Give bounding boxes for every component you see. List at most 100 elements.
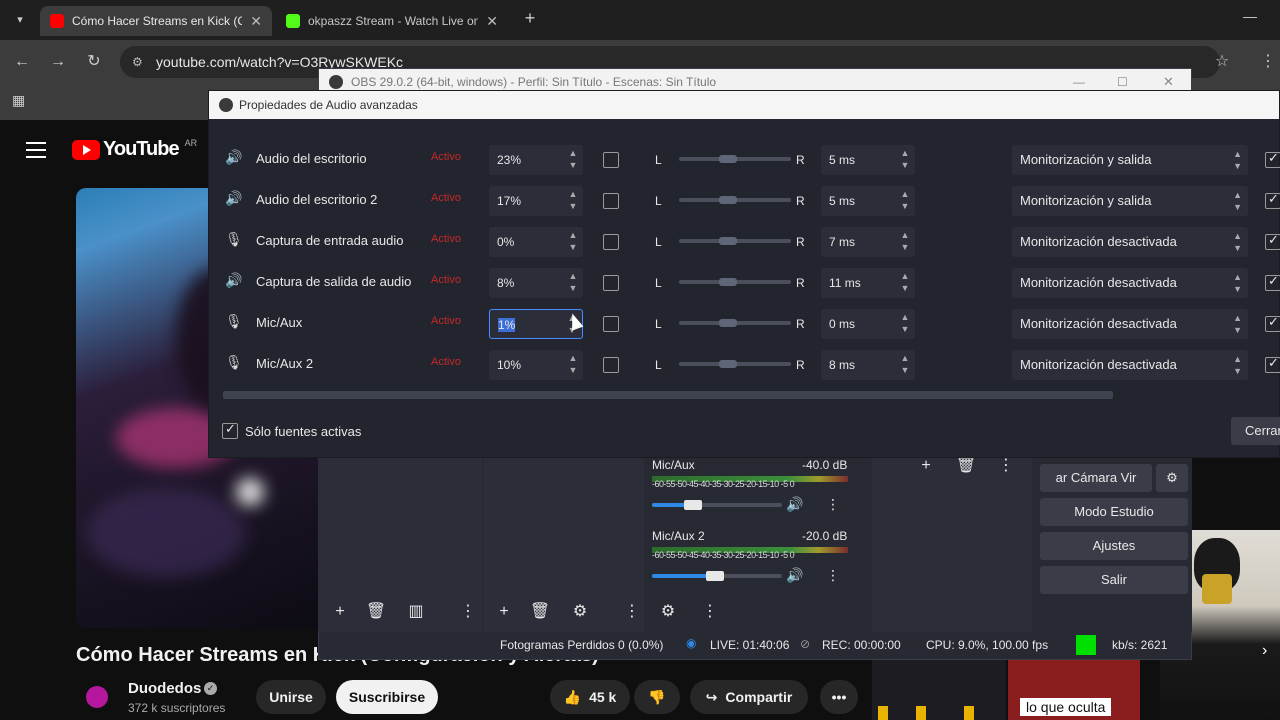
exit-button[interactable]: Salir [1040, 566, 1188, 594]
spin-arrows-icon[interactable]: ▲ ▼ [899, 229, 911, 253]
mixer-channel-menu-icon[interactable]: ⋮ [826, 567, 840, 584]
track-1-checkbox[interactable] [1265, 191, 1280, 209]
apps-grid-icon[interactable]: ▦ [12, 92, 28, 108]
hamburger-menu-icon[interactable] [26, 140, 46, 158]
close-tab-icon[interactable]: ✕ [250, 13, 262, 30]
monitoring-select[interactable]: Monitorización desactivada ▲ ▼ [1012, 350, 1248, 380]
thumbs-up-icon: 👍 [563, 688, 582, 705]
source-settings-gear-icon[interactable]: ⚙ [566, 598, 594, 626]
track-1-checkbox[interactable] [1265, 355, 1280, 373]
spin-arrows-icon[interactable]: ▲ ▼ [899, 188, 911, 212]
track-1-checkbox[interactable] [1265, 150, 1280, 168]
subscribe-button[interactable]: Suscribirse [336, 680, 438, 714]
settings-button[interactable]: Ajustes [1040, 532, 1188, 560]
spin-arrows-icon[interactable]: ▲ ▼ [567, 352, 579, 376]
dialog-title-bar: Propiedades de Audio avanzadas [209, 91, 1279, 119]
balance-slider-handle[interactable] [719, 278, 737, 286]
monitoring-select[interactable]: Monitorización desactivada ▲ ▼ [1012, 309, 1248, 339]
balance-slider-handle[interactable] [719, 155, 737, 163]
mono-checkbox[interactable] [603, 357, 619, 373]
remove-scene-icon[interactable]: 🗑 [362, 598, 390, 626]
speaker-icon[interactable]: 🔊 [786, 567, 803, 584]
dislike-button[interactable]: 👎 [634, 680, 680, 714]
mono-checkbox[interactable] [603, 234, 619, 250]
sync-offset-spinbox[interactable]: 11 ms ▲ ▼ [821, 268, 915, 298]
spin-arrows-icon[interactable]: ▲ ▼ [567, 147, 579, 171]
mono-checkbox[interactable] [603, 152, 619, 168]
studio-mode-button[interactable]: Modo Estudio [1040, 498, 1188, 526]
like-button[interactable]: 👍 45 k [550, 680, 630, 714]
virtual-camera-settings-gear-icon[interactable]: ⚙ [1156, 464, 1188, 492]
volume-slider-handle[interactable] [684, 500, 702, 510]
spin-arrows-icon[interactable]: ▲ ▼ [567, 188, 579, 212]
monitoring-select[interactable]: Monitorización desactivada ▲ ▼ [1012, 227, 1248, 257]
sync-offset-spinbox[interactable]: 8 ms ▲ ▼ [821, 350, 915, 380]
scene-filters-icon[interactable]: ▥ [402, 598, 430, 626]
volume-percent-spinbox[interactable]: 17% ▲ ▼ [489, 186, 583, 216]
reload-icon[interactable]: ↻ [82, 50, 106, 74]
sync-offset-spinbox[interactable]: 5 ms ▲ ▼ [821, 186, 915, 216]
forward-icon[interactable]: → [46, 50, 70, 74]
speaker-icon[interactable]: 🔊 [786, 496, 803, 513]
volume-percent-spinbox[interactable]: 23% ▲ ▼ [489, 145, 583, 175]
tab-search-button[interactable]: ▾ [10, 10, 30, 30]
balance-slider-handle[interactable] [719, 237, 737, 245]
add-scene-icon[interactable]: + [326, 598, 354, 626]
spin-arrows-icon[interactable]: ▲ ▼ [899, 147, 911, 171]
spin-arrows-icon[interactable]: ▲ ▼ [899, 270, 911, 294]
join-button[interactable]: Unirse [256, 680, 326, 714]
monitoring-select[interactable]: Monitorización y salida ▲ ▼ [1012, 186, 1248, 216]
volume-slider-handle[interactable] [706, 571, 724, 581]
sync-offset-spinbox[interactable]: 7 ms ▲ ▼ [821, 227, 915, 257]
track-1-checkbox[interactable] [1265, 232, 1280, 250]
tab-youtube[interactable]: Cómo Hacer Streams en Kick (C ✕ [40, 6, 272, 36]
back-icon[interactable]: ← [10, 50, 34, 74]
close-tab-icon[interactable]: ✕ [486, 13, 498, 30]
recommended-thumbnail-1[interactable] [872, 660, 1006, 720]
youtube-logo[interactable]: YouTube AR [72, 138, 197, 161]
recommended-thumbnail-2[interactable]: lo que oculta [1008, 656, 1140, 720]
mixer-advanced-gear-icon[interactable]: ⚙ [654, 598, 682, 626]
sync-offset-spinbox[interactable]: 0 ms ▲ ▼ [821, 309, 915, 339]
spin-arrows-icon[interactable]: ▲ ▼ [567, 229, 579, 253]
spin-arrows-icon[interactable]: ▲ ▼ [899, 352, 911, 376]
site-info-icon[interactable]: ⚙ [132, 46, 143, 78]
volume-percent-spinbox[interactable]: 10% ▲ ▼ [489, 350, 583, 380]
add-source-icon[interactable]: + [490, 598, 518, 626]
track-1-checkbox[interactable] [1265, 314, 1280, 332]
monitoring-select[interactable]: Monitorización y salida ▲ ▼ [1012, 145, 1248, 175]
next-chevron-icon[interactable]: › [1262, 642, 1267, 660]
menu-dots-icon[interactable]: ⋮ [1256, 50, 1280, 74]
sync-offset-spinbox[interactable]: 5 ms ▲ ▼ [821, 145, 915, 175]
balance-slider-handle[interactable] [719, 360, 737, 368]
volume-slider[interactable] [652, 503, 782, 507]
mono-checkbox[interactable] [603, 316, 619, 332]
new-tab-button[interactable]: + [520, 8, 540, 32]
volume-percent-spinbox[interactable]: 8% ▲ ▼ [489, 268, 583, 298]
close-button[interactable]: Cerrar [1231, 417, 1280, 445]
minimize-window-icon[interactable]: — [1240, 8, 1260, 28]
sources-more-icon[interactable]: ⋮ [618, 598, 646, 626]
track-1-checkbox[interactable] [1265, 273, 1280, 291]
share-button[interactable]: ↪ Compartir [690, 680, 808, 714]
mixer-more-icon[interactable]: ⋮ [696, 598, 724, 626]
spin-arrows-icon[interactable]: ▲ ▼ [899, 311, 911, 335]
remove-source-icon[interactable]: 🗑 [526, 598, 554, 626]
mixer-channel-menu-icon[interactable]: ⋮ [826, 496, 840, 513]
mono-checkbox[interactable] [603, 193, 619, 209]
balance-slider-handle[interactable] [719, 196, 737, 204]
virtual-camera-button[interactable]: ar Cámara Vir [1040, 464, 1152, 492]
tab-kick[interactable]: okpaszz Stream - Watch Live on ✕ [276, 6, 508, 36]
monitoring-select[interactable]: Monitorización desactivada ▲ ▼ [1012, 268, 1248, 298]
horizontal-scrollbar[interactable] [223, 391, 1113, 399]
scenes-more-icon[interactable]: ⋮ [454, 598, 482, 626]
balance-slider-handle[interactable] [719, 319, 737, 327]
more-actions-button[interactable]: ••• [820, 680, 858, 714]
spin-arrows-icon[interactable]: ▲ ▼ [567, 270, 579, 294]
active-sources-only-checkbox[interactable] [222, 421, 238, 439]
channel-avatar[interactable] [86, 686, 108, 708]
bookmark-star-icon[interactable]: ☆ [1210, 50, 1234, 74]
volume-percent-spinbox[interactable]: 0% ▲ ▼ [489, 227, 583, 257]
channel-name[interactable]: Duodedos [128, 680, 201, 697]
mono-checkbox[interactable] [603, 275, 619, 291]
